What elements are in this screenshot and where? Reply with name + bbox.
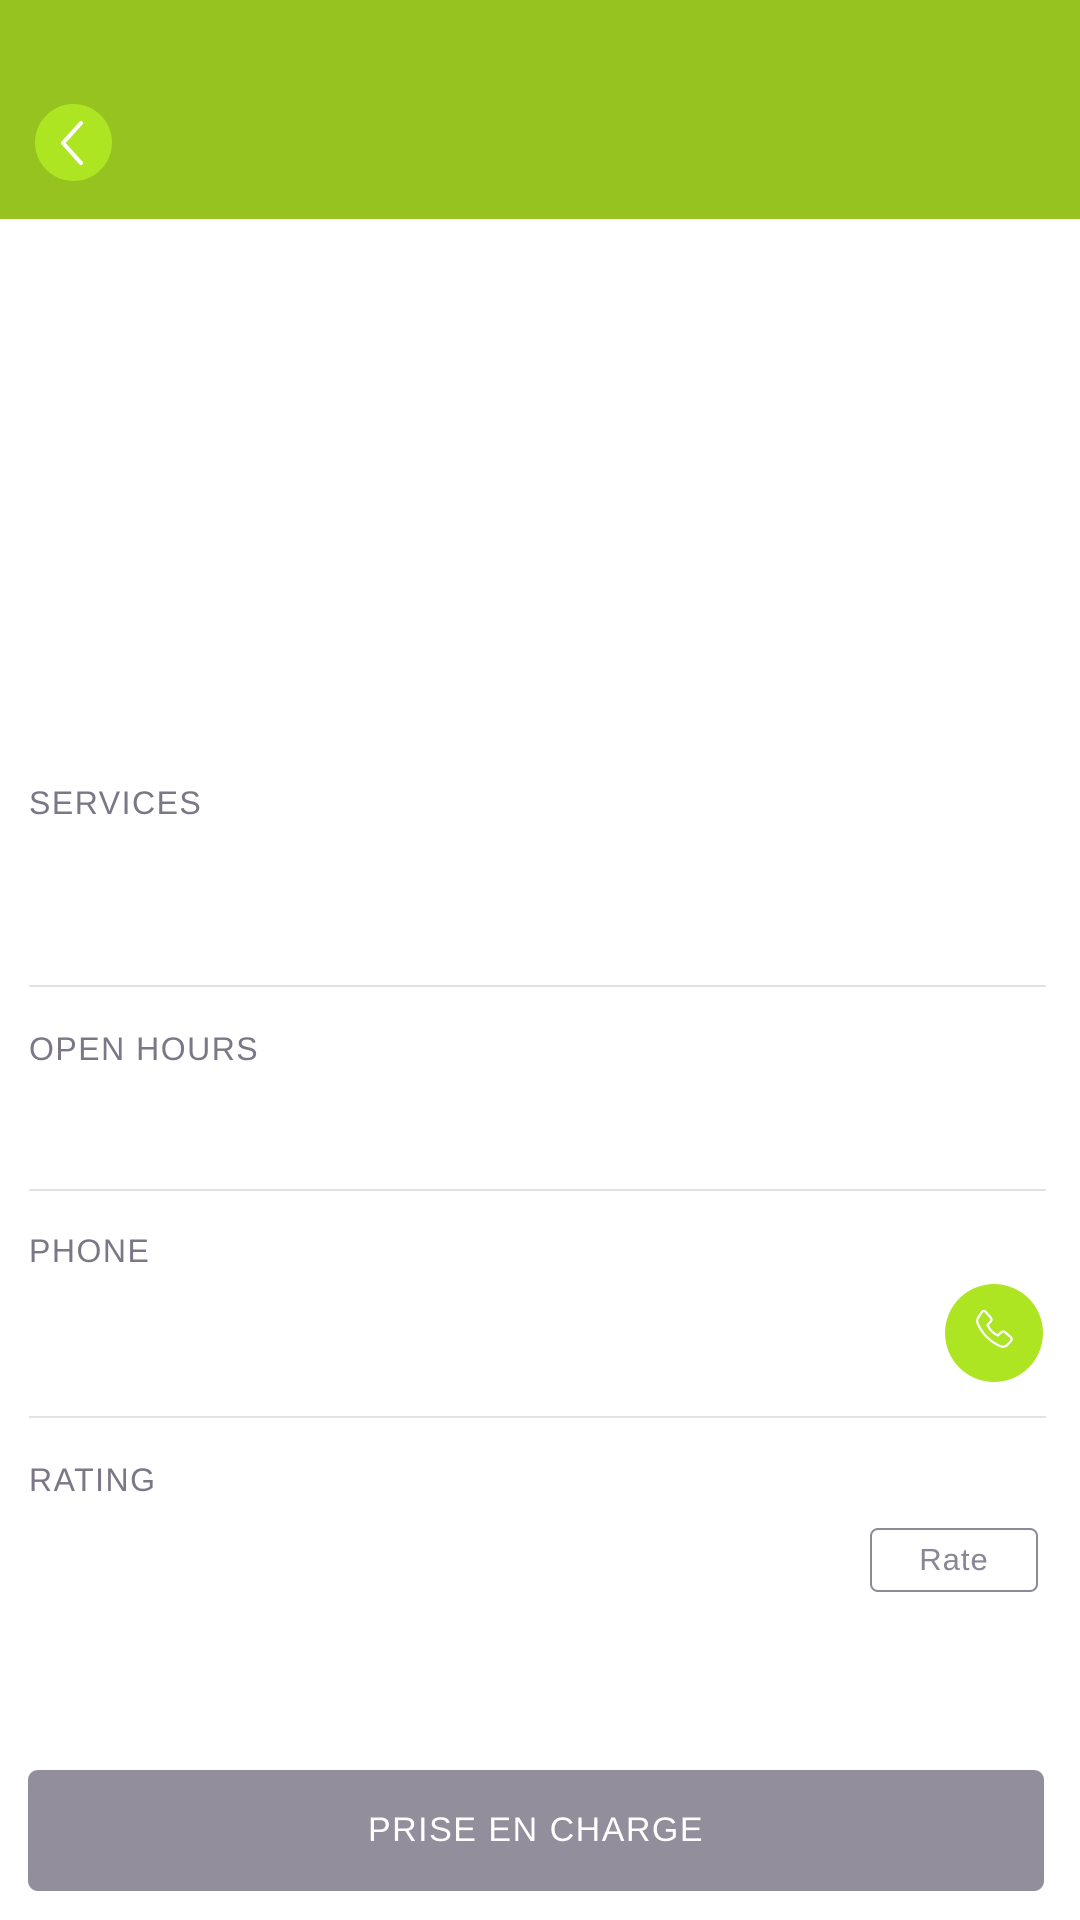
app-header [0,0,1080,219]
rate-button[interactable]: Rate [870,1528,1038,1592]
phone-label: PHONE [29,1233,151,1269]
phone-divider [29,1416,1046,1418]
back-button[interactable] [35,104,112,181]
rating-label: RATING [29,1462,157,1498]
phone-icon [967,1304,1021,1363]
open-hours-label: OPEN HOURS [29,1031,260,1067]
services-label: SERVICES [29,785,203,821]
call-button[interactable] [945,1284,1043,1382]
services-divider [29,985,1046,987]
open-hours-divider [29,1189,1046,1191]
prise-en-charge-button[interactable]: PRISE EN CHARGE [28,1770,1044,1891]
chevron-left-icon [54,118,94,168]
